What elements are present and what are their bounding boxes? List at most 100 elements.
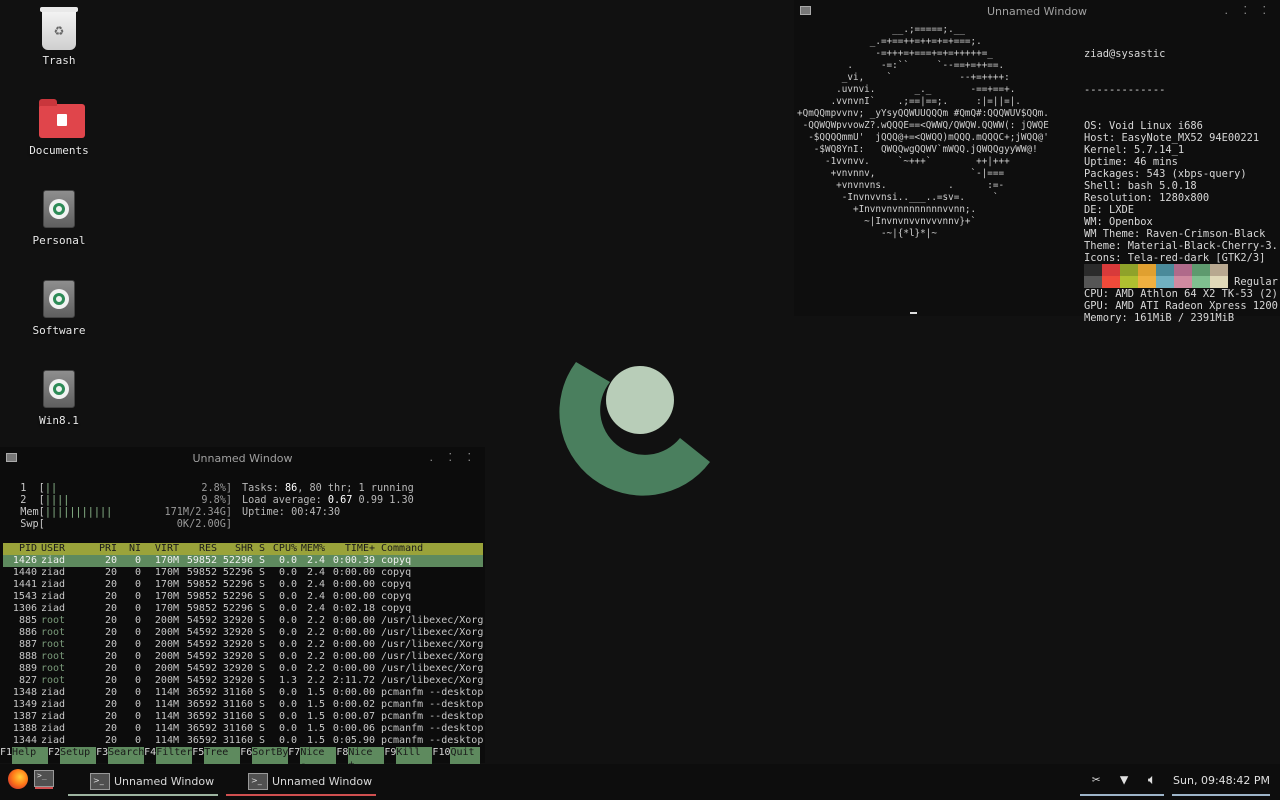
table-row[interactable]: 887 root 20 0 200M 54592 32920 S 0.0 2.2 0:00.00/u…: [3, 639, 483, 651]
window-titlebar[interactable]: Unnamed Window . ⁚ ⁚: [0, 447, 485, 469]
table-row[interactable]: 1306 ziad 20 0 170M 59852 52296 S 0.0 2.4 0:02.18 c…: [3, 603, 483, 615]
firefox-icon[interactable]: [8, 769, 28, 789]
table-row[interactable]: 1388 ziad 20 0 114M 36592 31160 S 0.0 1.5 0:00.06 p…: [3, 723, 483, 735]
desktop-icon-personal[interactable]: Personal: [14, 190, 104, 247]
table-cell: 36592: [186, 699, 217, 710]
table-cell: 0.0: [278, 603, 297, 614]
table-cell: 54592: [186, 639, 217, 650]
table-cell: 32920: [222, 627, 253, 638]
terminal-launcher-icon[interactable]: >_: [34, 770, 54, 789]
process-table-header[interactable]: PID USER PRI NI VIRT RES SHR S CPU% MEM% TIME+ Comm…: [3, 543, 483, 555]
window-titlebar[interactable]: Unnamed Window . ⁚ ⁚: [794, 0, 1280, 22]
column-header-virt[interactable]: VIRT: [141, 543, 179, 555]
table-row[interactable]: 827 root 20 0 200M 54592 32920 S 1.3 2.2 2:11.72/u…: [3, 675, 483, 687]
table-cell: /usr/libexec/Xorg: [381, 639, 483, 650]
column-header-res[interactable]: RES: [179, 543, 217, 555]
table-row[interactable]: 1344 ziad 20 0 114M 36592 31160 S 0.0 1.5 0:05.90 p…: [3, 735, 483, 747]
table-cell: 2.4: [306, 555, 325, 566]
ascii-line: +vnvnvns. . :=-: [797, 180, 1005, 191]
meter-summary: [232, 519, 242, 531]
table-cell: 200M: [154, 627, 179, 638]
terminal-icon: >_: [90, 772, 110, 790]
table-row[interactable]: 1441 ziad 20 0 170M 59852 52296 S 0.0 2.4 0:00.00 c…: [3, 579, 483, 591]
tools-icon[interactable]: ✂: [1085, 769, 1107, 791]
meter-spacer: [112, 507, 164, 519]
window-buttons[interactable]: . ⁚ ⁚: [1225, 4, 1272, 17]
table-row[interactable]: 1348 ziad 20 0 114M 36592 31160 S 0.0 1.5 0:00.00 p…: [3, 687, 483, 699]
table-cell: 20: [104, 579, 117, 590]
color-swatch: [1192, 276, 1210, 288]
table-cell: 36592: [186, 735, 217, 746]
user-host: ziad@sysastic: [1084, 48, 1166, 60]
drive-icon: [39, 370, 79, 410]
desktop-icon-trash[interactable]: ♻ Trash: [14, 7, 104, 67]
table-row[interactable]: 886 root 20 0 200M 54592 32920 S 0.0 2.2 0:00.00/u…: [3, 627, 483, 639]
table-row[interactable]: 1426 ziad 20 0 170M 59852 52296 S 0.0 2.4 0:00.39 c…: [3, 555, 483, 567]
table-cell: 54592: [186, 615, 217, 626]
column-header-command[interactable]: Command: [375, 543, 483, 555]
table-cell: 114M: [154, 687, 179, 698]
column-header-user[interactable]: USER: [37, 543, 89, 555]
table-cell: /usr/libexec/Xorg: [381, 615, 483, 626]
table-row[interactable]: 888 root 20 0 200M 54592 32920 S 0.0 2.2 0:00.00/u…: [3, 651, 483, 663]
info-line: Resolution: 1280x800: [1084, 192, 1210, 204]
htop-window[interactable]: Unnamed Window . ⁚ ⁚ 1 [|| 2.8%] Tasks: 86…: [0, 447, 485, 771]
neofetch-window[interactable]: Unnamed Window . ⁚ ⁚ __.;=====;.__ _.=+=…: [794, 0, 1280, 324]
tray-underline: [1080, 794, 1164, 796]
desktop-icon-documents[interactable]: Documents: [14, 99, 104, 157]
table-cell: S: [258, 591, 265, 602]
table-cell: 1441: [12, 579, 37, 590]
table-cell: 31160: [222, 699, 253, 710]
window-buttons[interactable]: . ⁚ ⁚: [430, 451, 477, 464]
wifi-icon[interactable]: ▼: [1113, 769, 1135, 791]
meter-summary: Tasks: 86, 80 thr; 1 running: [232, 483, 414, 495]
table-row[interactable]: 885 root 20 0 200M 54592 32920 S 0.0 2.2 0:00.00/u…: [3, 615, 483, 627]
table-cell: 0.0: [278, 615, 297, 626]
column-header-cpu[interactable]: CPU%: [265, 543, 297, 555]
process-table[interactable]: PID USER PRI NI VIRT RES SHR S CPU% MEM% TIME+ Comm…: [3, 543, 483, 747]
meter-bar: ||||: [44, 495, 70, 506]
table-cell: 32920: [222, 675, 253, 686]
table-row[interactable]: 889 root 20 0 200M 54592 32920 S 0.0 2.2 0:00.00/u…: [3, 663, 483, 675]
volume-icon[interactable]: 🔈︎: [1141, 769, 1163, 791]
table-cell: S: [258, 651, 265, 662]
table-row[interactable]: 1387 ziad 20 0 114M 36592 31160 S 0.0 1.5 0:00.07 p…: [3, 711, 483, 723]
table-cell: 170M: [154, 603, 179, 614]
table-cell: S: [258, 639, 265, 650]
column-header-pri[interactable]: PRI: [89, 543, 117, 555]
column-header-ni[interactable]: NI: [117, 543, 141, 555]
folder-icon: [39, 99, 85, 140]
info-line: Uptime: 46 mins: [1084, 156, 1178, 168]
table-cell: ziad: [41, 699, 66, 710]
taskbar-task[interactable]: >_ Unnamed Window: [68, 768, 218, 796]
taskbar-task[interactable]: >_ Unnamed Window: [226, 768, 376, 796]
table-cell: 20: [104, 723, 117, 734]
ascii-line: -Invnvvnsi..___..=sv=. `: [797, 192, 999, 203]
table-row[interactable]: 1349 ziad 20 0 114M 36592 31160 S 0.0 1.5 0:00.02 p…: [3, 699, 483, 711]
table-row[interactable]: 1440 ziad 20 0 170M 59852 52296 S 0.0 2.4 0:00.00 c…: [3, 567, 483, 579]
table-cell: 36592: [186, 687, 217, 698]
clock[interactable]: Sun, 09:48:42 PM: [1173, 774, 1270, 787]
table-cell: 170M: [154, 591, 179, 602]
table-cell: ziad: [41, 723, 66, 734]
table-cell: 1.5: [306, 711, 325, 722]
table-row[interactable]: 1543 ziad 20 0 170M 59852 52296 S 0.0 2.4 0:00.00 c…: [3, 591, 483, 603]
table-cell: ziad: [41, 591, 66, 602]
color-swatch: [1102, 264, 1120, 276]
ascii-line: -$WQ8YnI: QWQQwgQQWV`mWQQ.jQWQQgyyWW@!: [797, 144, 1038, 155]
column-header-time[interactable]: TIME+: [325, 543, 375, 555]
meter-label: 2 [: [8, 495, 45, 506]
column-header-s[interactable]: S: [253, 543, 265, 555]
column-header-shr[interactable]: SHR: [217, 543, 253, 555]
table-cell: 200M: [154, 615, 179, 626]
desktop-icon-software[interactable]: Software: [14, 280, 104, 337]
table-cell: 32920: [222, 615, 253, 626]
desktop-icon-win81[interactable]: Win8.1: [14, 370, 104, 427]
column-header-pid[interactable]: PID: [3, 543, 37, 555]
column-header-mem[interactable]: MEM%: [297, 543, 325, 555]
table-cell: 20: [104, 639, 117, 650]
table-cell: root: [41, 663, 66, 674]
table-cell: 32920: [222, 651, 253, 662]
summary-rest: 00:47:30: [291, 507, 341, 518]
table-cell: ziad: [41, 711, 66, 722]
